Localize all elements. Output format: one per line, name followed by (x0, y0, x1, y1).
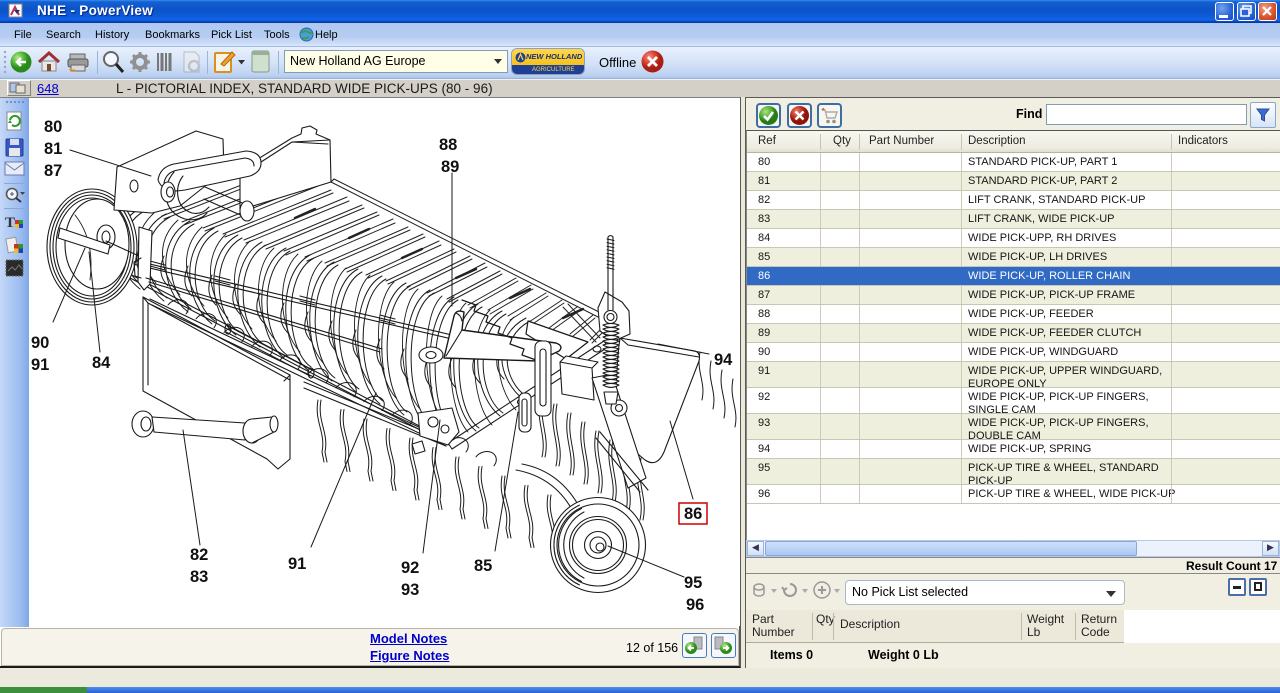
svg-text:91: 91 (288, 555, 306, 573)
svg-text:95: 95 (684, 574, 702, 592)
svg-text:86: 86 (684, 505, 702, 523)
svg-text:80: 80 (44, 118, 62, 136)
svg-text:84: 84 (92, 354, 111, 372)
svg-text:93: 93 (401, 581, 419, 599)
svg-text:96: 96 (686, 596, 704, 614)
svg-text:88: 88 (439, 136, 457, 154)
svg-text:89: 89 (441, 158, 459, 176)
svg-text:90: 90 (31, 334, 49, 352)
svg-text:87: 87 (44, 162, 62, 180)
svg-text:91: 91 (31, 356, 49, 374)
svg-text:81: 81 (44, 140, 62, 158)
svg-text:85: 85 (474, 557, 492, 575)
svg-text:83: 83 (190, 568, 208, 586)
svg-text:92: 92 (401, 559, 419, 577)
svg-text:82: 82 (190, 546, 208, 564)
svg-text:94: 94 (714, 351, 733, 369)
svg-text:T: T (5, 215, 15, 231)
